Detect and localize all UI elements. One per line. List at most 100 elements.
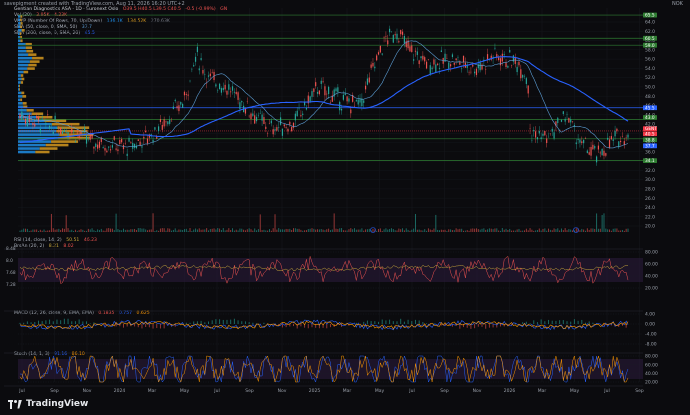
macd-hist-bar <box>207 321 209 324</box>
candle-body <box>220 88 223 93</box>
volume-bar <box>232 228 234 232</box>
candle-body <box>420 56 422 59</box>
volume-bar <box>333 213 335 232</box>
candle-body <box>437 63 439 65</box>
candle-body <box>122 145 125 150</box>
volume-bar <box>475 228 477 232</box>
volume-bar <box>427 228 429 232</box>
volume-bar <box>359 229 361 232</box>
candle-body <box>368 77 370 83</box>
volume-bar <box>268 229 270 232</box>
candle-body <box>579 139 581 143</box>
candle-body <box>377 52 380 55</box>
candle-body <box>346 96 348 102</box>
volume-bar <box>307 229 309 232</box>
candle-body <box>499 58 502 66</box>
macd-hist-bar <box>26 321 28 324</box>
macd-hist-bar <box>67 318 69 324</box>
volume-bar <box>403 230 405 232</box>
pane-tick-label: -4.00 <box>645 332 657 338</box>
candle-body <box>276 127 278 131</box>
volume-bar <box>152 213 154 232</box>
volume-bar <box>346 230 348 232</box>
candle-body <box>113 136 115 140</box>
macd-hist-bar <box>300 324 302 327</box>
candle-body <box>176 106 178 109</box>
volume-bar <box>503 229 505 232</box>
tradingview-logo[interactable]: TradingView <box>8 399 88 409</box>
candle-body <box>324 86 326 96</box>
volume-bar <box>459 228 461 232</box>
volume-bar <box>487 229 489 232</box>
candle-body <box>449 64 452 67</box>
volume-bar <box>394 230 396 232</box>
vp-down-bar <box>20 25 23 29</box>
macd-hist-bar <box>573 319 575 324</box>
volume-bar <box>315 229 317 232</box>
candle-body <box>263 117 265 125</box>
time-axis-label: 2026 <box>504 388 516 394</box>
volume-bar <box>159 228 161 232</box>
pane-tick-label: 60.00 <box>645 262 658 268</box>
volume-bar <box>531 229 533 232</box>
macd-hist-bar <box>63 318 65 324</box>
volume-bar <box>285 228 287 232</box>
candle-body <box>313 88 315 92</box>
candle-body <box>503 54 505 56</box>
vp-down-bar <box>19 84 20 88</box>
price-axis[interactable]: 64.062.060.058.056.054.052.050.048.046.0… <box>643 12 657 230</box>
candle-body <box>37 116 40 122</box>
candle-body <box>224 84 226 90</box>
candle-body <box>486 54 489 60</box>
candle-body <box>418 60 420 65</box>
volume-bar <box>455 228 457 232</box>
volume-bar <box>128 229 130 232</box>
candle-body <box>279 117 282 125</box>
volume-bar <box>560 228 562 232</box>
candle-body <box>182 103 184 108</box>
time-axis-label: Sep <box>50 388 59 394</box>
candle-body <box>261 114 263 121</box>
candle-body <box>196 46 199 53</box>
candle-body <box>117 149 119 151</box>
volume-bar <box>400 229 402 232</box>
time-axis-label: Nov <box>278 388 287 394</box>
volume-bar <box>490 228 492 232</box>
volume-bar <box>479 229 481 232</box>
chart-window: savepigment created with TradingView.com… <box>0 0 690 415</box>
candle-body <box>309 96 311 102</box>
macd-hist-bar <box>34 322 36 324</box>
volume-bar <box>246 229 248 232</box>
currency-label[interactable]: NOK <box>672 1 683 7</box>
price-tick-label: 32.0 <box>645 168 655 174</box>
price-tick-label: 62.0 <box>645 29 655 35</box>
candle-body <box>392 34 394 43</box>
vp-up-bar <box>18 22 21 25</box>
volume-bar <box>609 229 611 232</box>
candle-body <box>603 150 605 156</box>
macd-hist-bar <box>544 321 546 324</box>
time-axis[interactable]: Jul Sep Nov 2024 Mar May Jul Sep Nov 2025 Mar May Ju… <box>4 385 644 394</box>
candle-body <box>183 91 186 96</box>
volume-bar <box>104 230 106 232</box>
volume-bar <box>219 228 221 232</box>
pane-tick-label: 0.00 <box>645 322 655 328</box>
rsi-left-tick: 7.68 <box>6 270 16 276</box>
volume-bar <box>243 229 245 232</box>
volume-bar <box>100 228 102 232</box>
macd-hist-bar <box>577 320 579 324</box>
price-tag-label: 40.5 <box>645 131 655 137</box>
volume-bar <box>237 230 239 232</box>
candle-body <box>396 33 398 40</box>
candle-body <box>65 132 67 133</box>
sma50-line <box>19 40 629 149</box>
volume-bar <box>198 228 200 232</box>
volume-bar <box>241 228 243 232</box>
volume-bar <box>148 229 150 232</box>
candle-body <box>145 130 147 133</box>
chart-canvas[interactable]: 80.00 60.00 40.00 20.00 8.48 8.0 7.68 7.28 4.00… <box>0 0 690 415</box>
volume-bar <box>472 228 474 232</box>
macd-hist-bar <box>381 319 383 324</box>
macd-hist-bar <box>196 321 198 324</box>
candle-body <box>26 117 28 127</box>
